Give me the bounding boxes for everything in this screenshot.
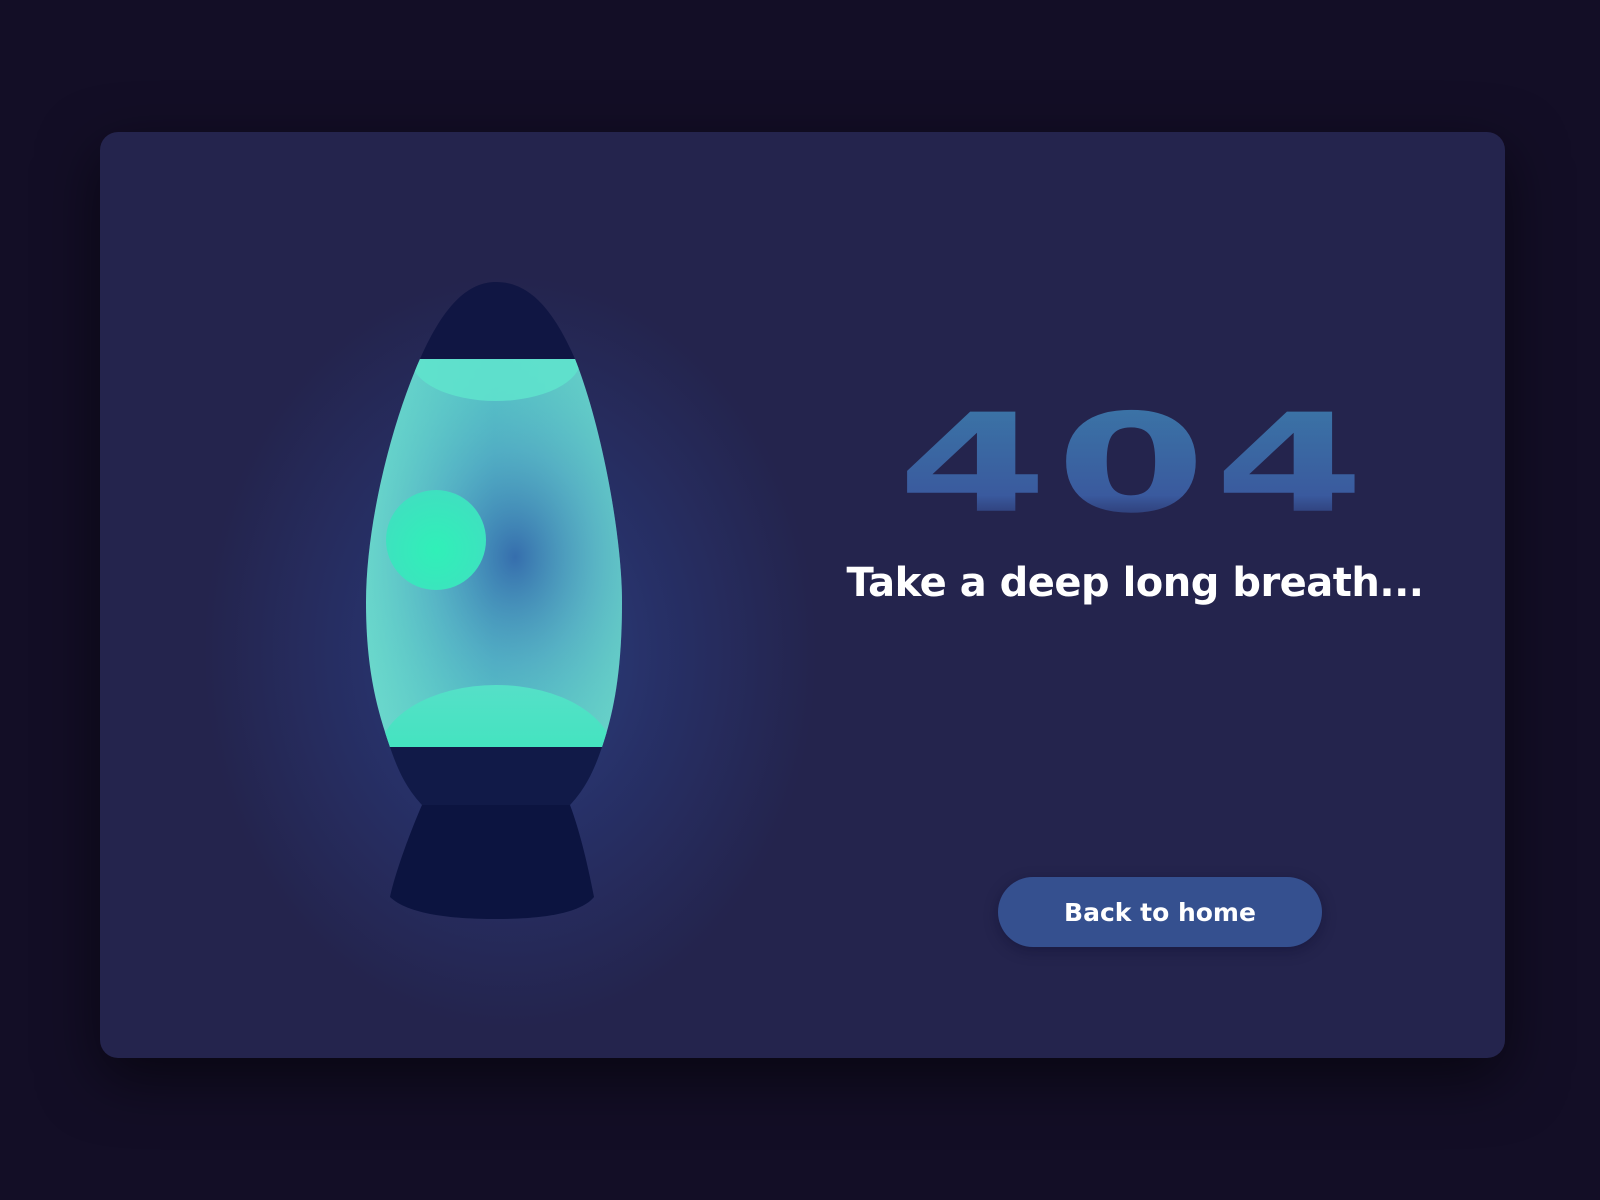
page-backdrop: 404 404 Take a deep long breath... Back …: [0, 0, 1600, 1200]
lamp-base: [390, 805, 594, 919]
error-code: 404 404: [800, 402, 1470, 552]
back-to-home-button[interactable]: Back to home: [998, 877, 1322, 947]
error-content: 404 404 Take a deep long breath... Back …: [800, 402, 1470, 947]
error-code-text: 404: [897, 402, 1372, 543]
lava-blob: [386, 490, 486, 590]
lamp-neck: [390, 747, 602, 805]
error-card: 404 404 Take a deep long breath... Back …: [100, 132, 1505, 1058]
lava-lamp-icon: [366, 282, 622, 919]
error-message: Take a deep long breath...: [846, 560, 1424, 606]
lamp-top-cap: [420, 282, 575, 359]
